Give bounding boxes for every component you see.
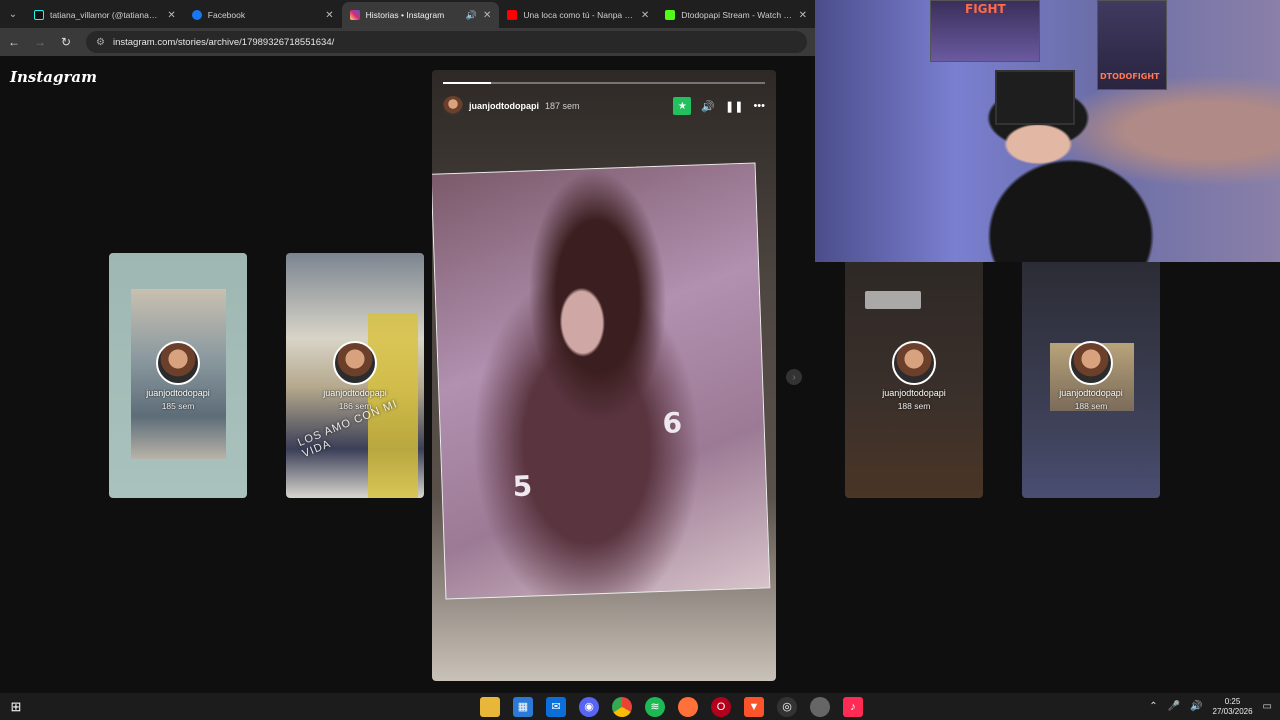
card-time: 188 sem bbox=[897, 401, 931, 411]
facebook-icon bbox=[191, 10, 202, 20]
tab-title: Historias • Instagram bbox=[365, 10, 445, 20]
tiktok-live-icon[interactable]: ♪ bbox=[843, 696, 863, 717]
discord-icon[interactable]: ◉ bbox=[579, 696, 599, 717]
kick-icon bbox=[665, 10, 676, 20]
file-explorer-icon[interactable] bbox=[480, 696, 500, 717]
windows-taskbar: ⊞ ▦ ✉ ◉ ≋ O ▼ ◎ ♪ ⌃ 🎤 🔊 0:25 27/03/2026 … bbox=[0, 693, 1280, 720]
spotify-icon[interactable]: ≋ bbox=[645, 696, 665, 717]
tab-instagram[interactable]: Historias • Instagram 🔊 ✕ bbox=[341, 2, 500, 28]
story-card-next-1[interactable]: juanjodtodopapi 188 sem bbox=[845, 253, 983, 498]
tab-facebook[interactable]: Facebook ✕ bbox=[184, 2, 342, 28]
browser-tab-bar: ⌄ tatiana_villamor (@tatiana_villa... ✕ … bbox=[0, 0, 815, 28]
site-info-icon[interactable]: ⚙ bbox=[96, 37, 105, 48]
back-icon[interactable]: ← bbox=[8, 35, 20, 49]
brave-icon[interactable]: ▼ bbox=[744, 696, 764, 717]
instagram-icon bbox=[349, 10, 360, 20]
story-progress-bar bbox=[443, 82, 765, 84]
card-time: 185 sem bbox=[161, 401, 195, 411]
reload-icon[interactable]: ↻ bbox=[60, 35, 72, 49]
story-header: juanjodtodopapi 187 sem ★ 🔊 ❚❚ ••• bbox=[443, 95, 765, 117]
avatar bbox=[892, 341, 936, 385]
story-photo: 5 6 bbox=[432, 162, 771, 600]
url-text: instagram.com/stories/archive/1798932671… bbox=[112, 36, 335, 48]
avatar bbox=[156, 341, 200, 385]
tab-search-dropdown-icon[interactable]: ⌄ bbox=[0, 0, 26, 28]
avatar bbox=[1069, 341, 1113, 385]
taskbar-apps: ▦ ✉ ◉ ≋ O ▼ ◎ ♪ bbox=[480, 693, 863, 720]
card-username: juanjodtodopapi bbox=[882, 388, 946, 398]
tab-title: Facebook bbox=[207, 10, 246, 20]
tab-youtube[interactable]: Una loca como tú - Nanpa Básic... ✕ bbox=[499, 2, 657, 28]
story-card-prev-1[interactable]: juanjodtodopapi 186 sem LOS AMO CON MI V… bbox=[286, 253, 424, 498]
instagram-logo[interactable]: Instagram bbox=[10, 68, 97, 86]
pause-icon[interactable]: ❚❚ bbox=[725, 100, 743, 113]
monitor bbox=[995, 70, 1075, 125]
windows-start-icon[interactable]: ⊞ bbox=[0, 693, 32, 720]
story-username[interactable]: juanjodtodopapi bbox=[469, 101, 539, 111]
close-tab-icon[interactable]: ✕ bbox=[325, 10, 333, 21]
sticker-shape bbox=[865, 291, 921, 309]
tab-title: Dtodopapi Stream - Watch Live... bbox=[681, 10, 792, 20]
clock-time: 0:25 bbox=[1224, 696, 1241, 706]
avatar bbox=[333, 341, 377, 385]
poster-text: DTODOFIGHT bbox=[1100, 72, 1160, 81]
forward-icon[interactable]: → bbox=[34, 35, 46, 49]
obs-icon[interactable]: ◎ bbox=[777, 696, 797, 717]
jersey-number: 6 bbox=[661, 406, 683, 440]
volume-icon[interactable]: 🔊 bbox=[701, 100, 715, 113]
story-card-next-2[interactable]: juanjodtodopapi 188 sem bbox=[1022, 253, 1160, 498]
chrome-profile-icon[interactable] bbox=[810, 696, 830, 717]
microphone-icon[interactable]: 🎤 bbox=[1168, 701, 1180, 712]
notifications-icon[interactable]: ▭ bbox=[1263, 701, 1272, 712]
close-friends-star-icon[interactable]: ★ bbox=[673, 97, 692, 115]
chrome-icon[interactable] bbox=[612, 696, 632, 717]
close-tab-icon[interactable]: ✕ bbox=[483, 10, 491, 21]
address-toolbar: ← → ↻ ⚙ instagram.com/stories/archive/17… bbox=[0, 28, 815, 56]
close-tab-icon[interactable]: ✕ bbox=[641, 10, 649, 21]
story-time: 187 sem bbox=[545, 101, 580, 111]
outlook-icon[interactable]: ✉ bbox=[546, 696, 566, 717]
opera-icon[interactable]: O bbox=[711, 696, 731, 717]
more-options-icon[interactable]: ••• bbox=[753, 100, 765, 112]
story-progress-fill bbox=[443, 82, 492, 84]
clock-date: 27/03/2026 bbox=[1212, 706, 1253, 716]
card-username: juanjodtodopapi bbox=[1059, 388, 1123, 398]
firefox-icon[interactable] bbox=[678, 696, 698, 717]
next-story-icon[interactable]: › bbox=[786, 369, 802, 385]
speaker-icon[interactable]: 🔊 bbox=[466, 10, 477, 21]
jersey-number: 5 bbox=[512, 469, 533, 504]
story-controls: ★ 🔊 ❚❚ ••• bbox=[673, 97, 765, 115]
story-viewer[interactable]: juanjodtodopapi 187 sem ★ 🔊 ❚❚ ••• 5 6 bbox=[432, 70, 776, 681]
url-bar[interactable]: ⚙ instagram.com/stories/archive/17989326… bbox=[86, 31, 807, 53]
chevron-up-icon[interactable]: ⌃ bbox=[1149, 701, 1157, 712]
calendar-icon[interactable]: ▦ bbox=[513, 696, 533, 717]
clock[interactable]: 0:25 27/03/2026 bbox=[1213, 697, 1253, 717]
story-avatar[interactable] bbox=[443, 96, 463, 116]
poster-text-top: FIGHT bbox=[965, 2, 1006, 16]
volume-tray-icon[interactable]: 🔊 bbox=[1190, 701, 1202, 712]
close-tab-icon[interactable]: ✕ bbox=[167, 10, 175, 21]
screen: ⌄ tatiana_villamor (@tatiana_villa... ✕ … bbox=[0, 0, 1280, 720]
story-card-prev-2[interactable]: juanjodtodopapi 185 sem bbox=[109, 253, 247, 498]
card-username: juanjodtodopapi bbox=[146, 388, 210, 398]
card-time: 188 sem bbox=[1074, 401, 1108, 411]
tab-kick[interactable]: Dtodopapi Stream - Watch Live... ✕ bbox=[657, 2, 815, 28]
system-tray: ⌃ 🎤 🔊 0:25 27/03/2026 ▭ bbox=[1149, 693, 1272, 720]
tab-tiktok[interactable]: tatiana_villamor (@tatiana_villa... ✕ bbox=[26, 2, 184, 28]
streamer-webcam: FIGHT DTODOFIGHT bbox=[815, 0, 1280, 262]
close-tab-icon[interactable]: ✕ bbox=[799, 10, 807, 21]
tiktok-icon bbox=[33, 10, 44, 20]
tab-title: tatiana_villamor (@tatiana_villa... bbox=[49, 10, 162, 20]
youtube-icon bbox=[507, 10, 518, 20]
tab-title: Una loca como tú - Nanpa Básic... bbox=[523, 10, 635, 20]
